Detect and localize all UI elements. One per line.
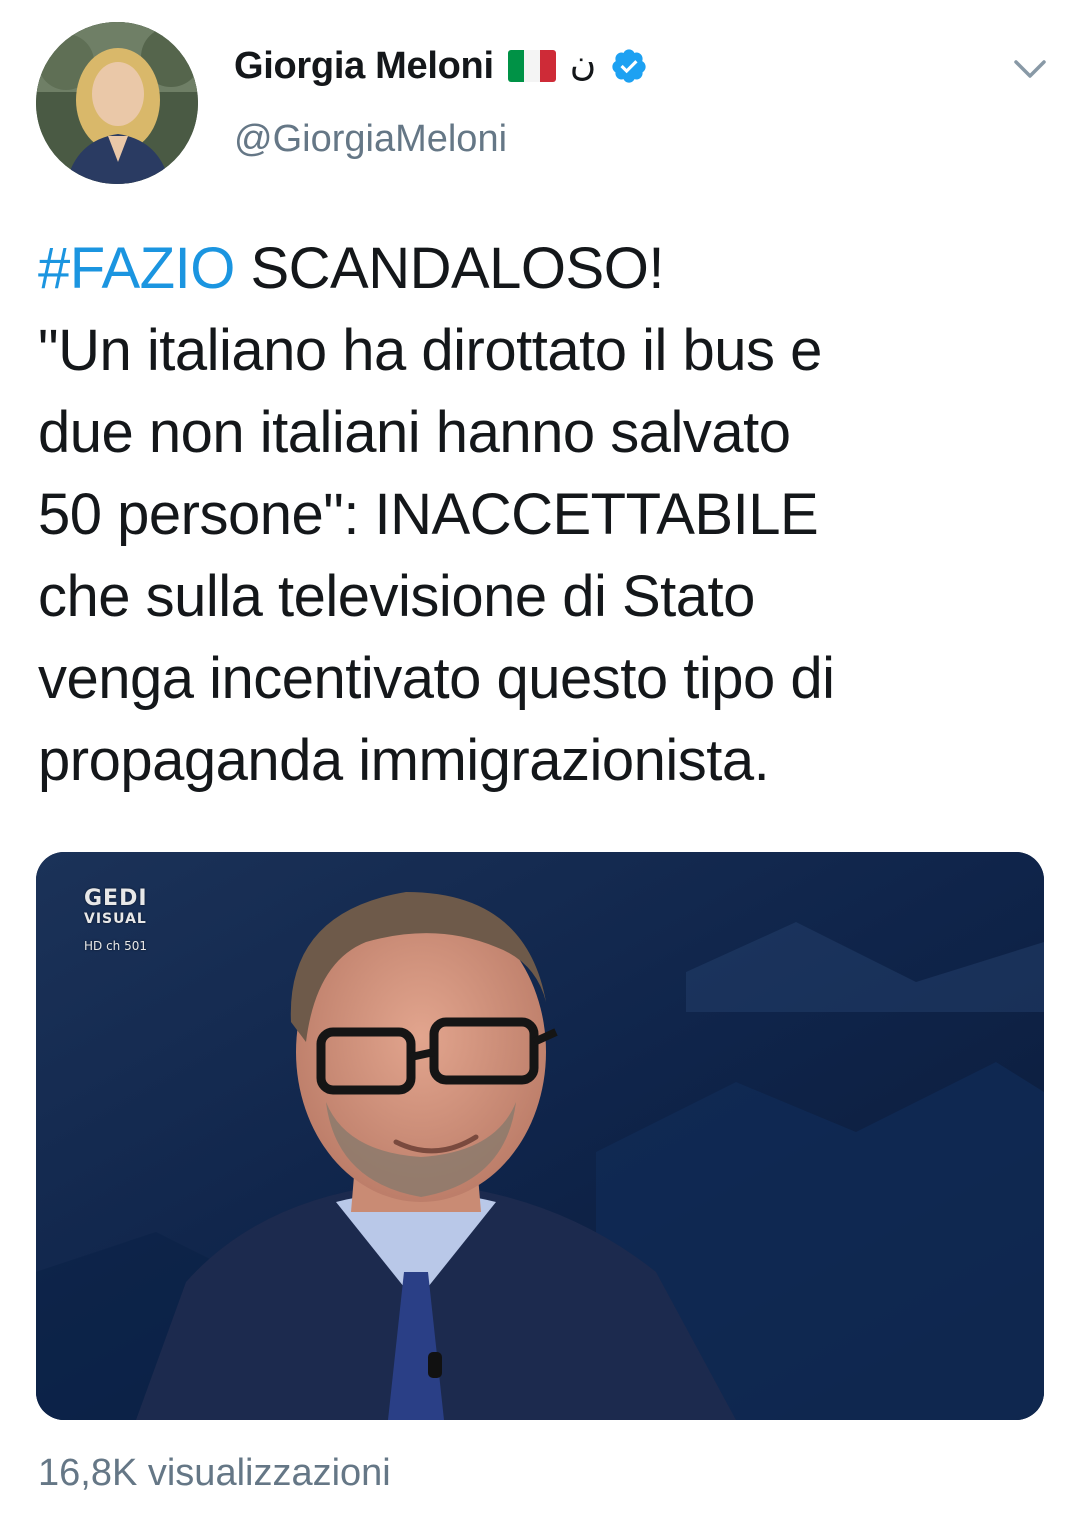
tweet-line: venga incentivato questo tipo di	[38, 646, 835, 711]
channel-logo-line1: GEDI	[84, 886, 148, 911]
display-name[interactable]: Giorgia Meloni	[234, 45, 494, 88]
channel-logo-line3: HD ch 501	[84, 939, 147, 953]
tweet-line: due non italiani hanno salvato	[38, 400, 791, 465]
tweet-line: #FAZIO SCANDALOSO!	[38, 228, 1048, 310]
avatar[interactable]	[36, 22, 198, 184]
channel-logo-line2: VISUAL	[84, 911, 147, 927]
channel-logo: GEDI VISUAL HD ch 501	[84, 886, 148, 953]
tweet-line: propaganda immigrazionista.	[38, 728, 770, 793]
video-thumbnail[interactable]: GEDI VISUAL HD ch 501	[36, 852, 1044, 1420]
video-frame	[36, 852, 1044, 1420]
view-count: 16,8K visualizzazioni	[38, 1452, 391, 1494]
tweet-text: #FAZIO SCANDALOSO! "Un italiano ha dirot…	[38, 228, 1048, 802]
profile-photo	[36, 22, 198, 184]
tweet-line: "Un italiano ha dirottato il bus e	[38, 318, 822, 383]
italy-flag-icon	[507, 50, 556, 82]
name-glyph: ن	[569, 43, 597, 84]
author-handle[interactable]: @GiorgiaMeloni	[234, 118, 507, 161]
chevron-down-icon[interactable]	[1010, 48, 1050, 88]
tweet-line-text: SCANDALOSO!	[234, 236, 664, 301]
hashtag-link[interactable]: #FAZIO	[38, 236, 235, 301]
author-name-row[interactable]: Giorgia Meloni ن	[234, 40, 648, 92]
verified-badge-icon	[610, 47, 648, 85]
tweet-line: che sulla televisione di Stato	[38, 564, 755, 629]
tweet-line: 50 persone": INACCETTABILE	[38, 482, 819, 547]
